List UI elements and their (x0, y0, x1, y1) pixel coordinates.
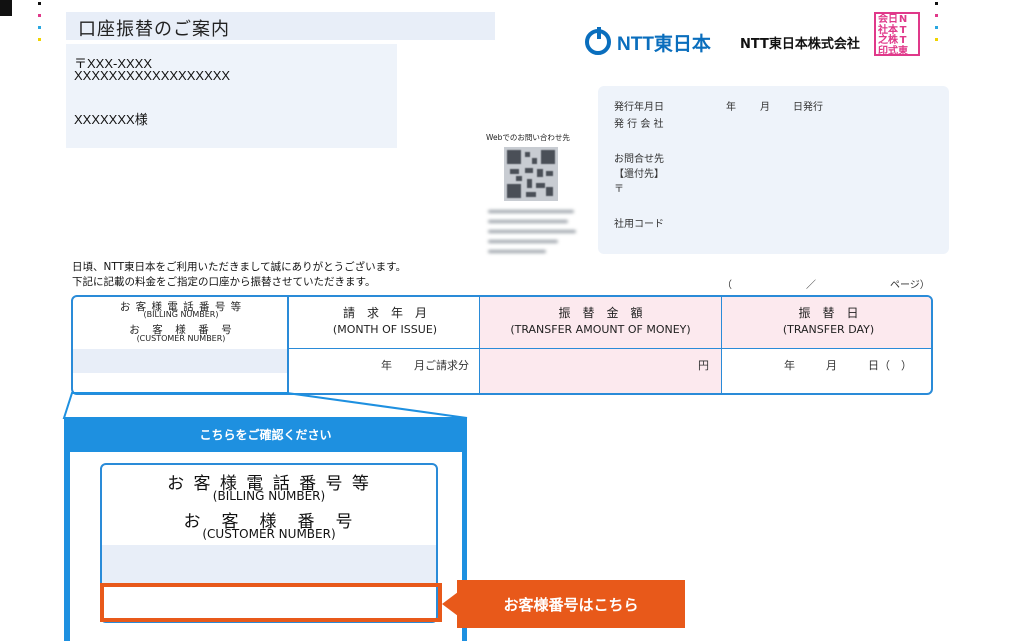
customer-number-highlight (100, 583, 442, 622)
billing-number-header: お 客 様 電 話 番 号 等 (BILLING NUMBER) お 客 様 番… (73, 297, 289, 349)
month-of-issue-value: 年 月ご請求分 (289, 349, 481, 393)
transfer-day-value: 年 月 日（ ） (722, 349, 931, 393)
callout-arrow-icon (442, 592, 458, 616)
transfer-day-en: (TRANSFER DAY) (782, 323, 875, 336)
issuer-label: 発 行 会 社 (614, 119, 664, 130)
return-label: 【還付先】 (614, 169, 664, 180)
company-seal: 会日N社本T之株T印式東 (874, 12, 920, 56)
month-of-issue-en: (MONTH OF ISSUE) (332, 323, 438, 336)
registration-mark (0, 0, 12, 16)
seal-char (908, 15, 916, 26)
month-of-issue-header: 請 求 年 月 (MONTH OF ISSUE) (289, 297, 481, 349)
seal-char: 日 (888, 14, 898, 25)
zoom-customer-number-en: (CUSTOMER NUMBER) (202, 527, 336, 541)
zoom-header: こちらをご確認ください (199, 428, 332, 442)
seal-char (908, 47, 916, 58)
header-divider (289, 348, 931, 349)
transfer-day-month: 月 (826, 359, 837, 372)
seal-char (908, 36, 916, 47)
inquiry-label: お問合せ先 (614, 154, 664, 165)
page-open: （ (722, 280, 732, 291)
month-of-issue-text: 年 月ご請求分 (381, 359, 469, 372)
billing-number-en: (BILLING NUMBER) (143, 310, 219, 319)
customer-number-en: (CUSTOMER NUMBER) (136, 334, 226, 343)
issue-day: 日発行 (793, 102, 823, 113)
month-of-issue-jp: 請 求 年 月 (342, 306, 427, 320)
qr-label: Webでのお問い合わせ先 (486, 133, 570, 142)
seal-char: 印 (878, 45, 888, 57)
internal-code-label: 社用コード (614, 219, 664, 230)
billing-number-value (73, 349, 289, 373)
greeting-line-2: 下記に記載の料金をご指定の口座から振替させていただきます。 (72, 276, 376, 288)
recipient-name: XXXXXXX様 (74, 112, 148, 127)
transfer-day-year: 年 (784, 359, 795, 372)
transfer-amount-unit: 円 (698, 359, 709, 372)
customer-number-value (73, 373, 289, 393)
page-suffix: ページ） (890, 280, 930, 291)
seal-char: T (899, 35, 907, 46)
callout-label: お客様番号はこちら (457, 580, 685, 628)
seal-char: 株 (888, 35, 898, 46)
issue-month: 月 (760, 102, 770, 113)
color-marks-right (935, 0, 939, 50)
ntt-logo-icon (585, 27, 611, 55)
transfer-day-day: 日（ ） (868, 359, 912, 372)
ntt-logo: NTT東日本 (585, 27, 711, 57)
issue-date-label: 発行年月日 (614, 102, 664, 113)
logo-text: NTT東日本 (617, 33, 711, 55)
page-title: 口座振替のご案内 (78, 19, 230, 40)
transfer-amount-column: 振 替 金 額 (TRANSFER AMOUNT OF MONEY) 円 (480, 297, 721, 393)
transfer-amount-en: (TRANSFER AMOUNT OF MONEY) (510, 323, 691, 336)
seal-char (908, 26, 916, 37)
transfer-amount-jp: 振 替 金 額 (558, 306, 643, 320)
greeting-line-1: 日頃、NTT東日本をご利用いただきまして誠にありがとうございます。 (72, 261, 407, 273)
qr-code-icon (504, 147, 558, 201)
color-marks-left (38, 0, 42, 50)
seal-char: N (898, 14, 908, 25)
qr-url-blurred (484, 206, 578, 260)
seal-char: 式 (888, 45, 898, 57)
street-address: XXXXXXXXXXXXXXXXXX (74, 68, 231, 83)
zoom-billing-value (102, 545, 436, 585)
page-slash: ／ (806, 280, 816, 291)
transfer-day-jp: 振 替 日 (798, 306, 859, 320)
billing-table: お 客 様 電 話 番 号 等 (BILLING NUMBER) お 客 様 番… (71, 295, 933, 395)
issue-year: 年 (726, 102, 736, 113)
seal-char: 東 (898, 45, 908, 57)
zoom-billing-number-en: (BILLING NUMBER) (212, 489, 326, 503)
return-postal: 〒 (614, 184, 624, 195)
transfer-day-header: 振 替 日 (TRANSFER DAY) (722, 297, 931, 349)
company-name: NTT東日本株式会社 (740, 37, 860, 52)
seal-char: 会 (878, 14, 888, 25)
seal-char: 之 (878, 35, 888, 46)
